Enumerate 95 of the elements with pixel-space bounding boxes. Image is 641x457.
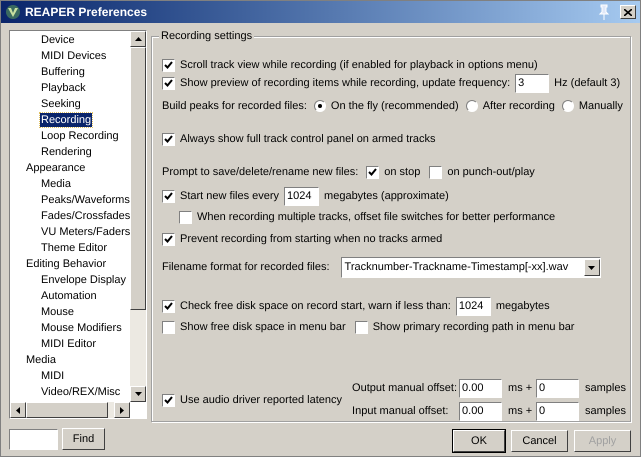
scroll-left-button[interactable] xyxy=(10,402,26,418)
input-field[interactable]: 0.00 xyxy=(459,402,502,421)
checkbox-label: Show preview of recording items while recording, update frequency: xyxy=(180,76,510,91)
checkbox[interactable] xyxy=(429,166,442,178)
unit-label: samples xyxy=(585,404,626,420)
unit-label: ms + xyxy=(508,381,534,396)
dropdown[interactable]: Tracknumber-Trackname-Timestamp[-xx].wav xyxy=(340,257,601,278)
radio-label: On the fly (recommended) xyxy=(330,98,459,114)
checkbox[interactable] xyxy=(162,76,175,90)
checkbox-label: Start new files every xyxy=(180,188,280,204)
radio-button[interactable] xyxy=(562,100,574,112)
checkbox-label: Always show full track control panel on armed tracks xyxy=(180,132,436,147)
checkbox[interactable] xyxy=(162,394,175,406)
tree-item[interactable]: Buffering xyxy=(40,65,86,79)
tree-item[interactable]: MIDI Devices xyxy=(40,49,108,63)
input-field[interactable]: 3 xyxy=(515,74,550,92)
input-field[interactable]: 0.00 xyxy=(459,379,502,398)
checkbox-label: Show free disk space in menu bar xyxy=(180,320,346,335)
tree-item[interactable]: Envelope Display xyxy=(40,273,127,287)
close-icon xyxy=(624,8,632,16)
tree-item[interactable]: Playback xyxy=(40,81,87,95)
checkbox-label: Scroll track view while recording (if enabled for playback in options menu) xyxy=(180,58,538,73)
checkbox[interactable] xyxy=(162,190,175,202)
checkbox[interactable] xyxy=(354,320,368,334)
unit-label: Hz (default 3) xyxy=(554,76,620,91)
radio-label: Manually xyxy=(578,98,623,114)
field-label: Input manual offset: xyxy=(352,404,450,420)
checkbox-label: Use audio driver reported latency xyxy=(180,392,342,408)
checkbox[interactable] xyxy=(162,232,175,246)
checkbox-label: Show primary recording path in menu bar xyxy=(372,320,574,335)
radio-button[interactable] xyxy=(314,100,326,112)
group-title: Recording settings xyxy=(159,29,254,43)
dialog-button[interactable]: OK xyxy=(453,430,505,452)
unit-label: megabytes xyxy=(496,298,550,314)
checkbox[interactable] xyxy=(162,58,175,72)
tree-item[interactable]: MIDI Editor xyxy=(40,337,98,351)
field-label: Output manual offset: xyxy=(352,381,458,396)
checkbox[interactable] xyxy=(179,210,192,224)
tree-item[interactable]: Device xyxy=(40,33,76,47)
tree-item[interactable]: Recording xyxy=(40,113,92,127)
scroll-thumb[interactable] xyxy=(130,47,146,310)
scroll-thumb[interactable] xyxy=(26,402,108,418)
checkbox-label: Check free disk space on record start, warn if less than: xyxy=(180,298,451,314)
right-arrow-icon xyxy=(120,406,124,414)
scroll-right-button[interactable] xyxy=(114,402,130,418)
tree-item[interactable]: Peaks/Waveforms xyxy=(40,193,130,207)
tree-item[interactable]: Automation xyxy=(40,289,98,303)
up-arrow-icon xyxy=(134,37,142,41)
field-label: Build peaks for recorded files: xyxy=(162,98,307,114)
tree-item[interactable]: Loop Recording xyxy=(40,129,120,143)
tree-item[interactable]: Theme Editor xyxy=(40,241,108,255)
radio-button[interactable] xyxy=(466,100,478,112)
tree-item[interactable]: Fades/Crossfades xyxy=(40,209,130,223)
tree-item[interactable]: Media xyxy=(25,353,57,367)
tree-item[interactable]: Editing Behavior xyxy=(25,257,108,271)
input-field[interactable]: 1024 xyxy=(284,186,320,206)
unit-label: samples xyxy=(585,381,626,396)
caret-icon xyxy=(584,259,600,276)
field-label: Prompt to save/delete/rename new files: xyxy=(162,164,358,180)
tree-item[interactable]: Appearance xyxy=(25,161,86,175)
tree-item[interactable]: VU Meters/Faders xyxy=(40,225,130,239)
input-field[interactable]: 0 xyxy=(536,379,580,398)
checkbox-label: When recording multiple tracks, offset file switches for better performance xyxy=(197,210,556,225)
search-field[interactable] xyxy=(9,428,58,450)
tree-item[interactable]: Seeking xyxy=(40,97,82,111)
checkbox[interactable] xyxy=(162,132,175,146)
tree-item[interactable]: MIDI xyxy=(40,369,66,383)
checkbox[interactable] xyxy=(162,320,175,334)
find-button[interactable]: Find xyxy=(62,428,105,450)
tree-item[interactable]: Media xyxy=(40,177,72,191)
checkbox[interactable] xyxy=(162,300,175,312)
vertical-scrollbar[interactable] xyxy=(130,31,146,402)
tree-item[interactable]: Rendering xyxy=(40,145,93,159)
unit-label: ms + xyxy=(508,404,534,420)
checkbox-label: Prevent recording from starting when no tracks armed xyxy=(180,232,442,247)
field-label: Filename format for recorded files: xyxy=(162,260,330,276)
scroll-up-button[interactable] xyxy=(130,31,146,47)
tree-item[interactable]: Video/REX/Misc xyxy=(40,385,122,399)
checkbox[interactable] xyxy=(366,166,380,178)
left-arrow-icon xyxy=(16,406,20,414)
window-title: REAPER Preferences xyxy=(25,4,148,21)
dialog-button[interactable]: Cancel xyxy=(511,430,568,452)
horizontal-scrollbar[interactable] xyxy=(10,402,130,418)
down-arrow-icon xyxy=(134,392,142,396)
checkbox-label: on stop xyxy=(384,164,420,180)
scroll-down-button[interactable] xyxy=(130,386,146,402)
tree-item[interactable]: Mouse xyxy=(40,305,76,319)
close-button[interactable] xyxy=(620,5,636,19)
radio-label: After recording xyxy=(482,98,555,114)
input-field[interactable]: 0 xyxy=(536,402,580,421)
tree-item[interactable]: Mouse Modifiers xyxy=(40,321,123,335)
checkbox-label: on punch-out/play xyxy=(447,164,535,180)
input-field[interactable]: 1024 xyxy=(456,296,491,316)
unit-label: megabytes (approximate) xyxy=(324,188,449,204)
app-logo-icon xyxy=(5,4,21,20)
